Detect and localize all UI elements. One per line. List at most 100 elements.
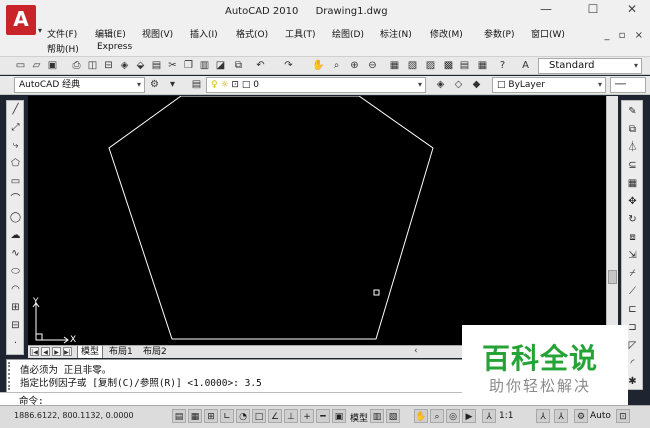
tab-layout1[interactable]: 布局1 — [106, 346, 136, 358]
menu-parameters[interactable]: 参数(P) — [484, 27, 514, 40]
coordinate-readout[interactable]: 1886.6122, 800.1132, 0.0000 — [14, 411, 134, 420]
annotation-visibility-icon[interactable]: ⅄ — [536, 409, 550, 423]
cut-icon[interactable]: ✂ — [166, 59, 179, 72]
make-block-icon[interactable]: ⊟ — [9, 319, 22, 332]
menu-modify[interactable]: 修改(M) — [430, 27, 463, 40]
pentagon-shape[interactable] — [108, 96, 434, 340]
markup-icon[interactable]: ▤ — [458, 59, 471, 72]
rotate-icon[interactable]: ↻ — [626, 213, 639, 226]
extend-icon[interactable]: ⟋ — [626, 285, 639, 298]
ortho-mode-icon[interactable]: ∟ — [220, 409, 234, 423]
quick-view-drawings-icon[interactable]: ▧ — [386, 409, 400, 423]
insert-block-icon[interactable]: ⊞ — [9, 301, 22, 314]
zoom-previous-icon[interactable]: ⊖ — [366, 59, 379, 72]
rectangle-icon[interactable]: ▭ — [9, 175, 22, 188]
line-icon[interactable]: ╱ — [9, 103, 22, 116]
maximize-button[interactable]: ☐ — [580, 2, 606, 16]
arc-icon[interactable]: ⌒ — [9, 193, 22, 206]
menu-express[interactable]: Express — [97, 42, 132, 52]
move-icon[interactable]: ✥ — [626, 195, 639, 208]
color-select[interactable]: □ ByLayer ▾ — [492, 77, 606, 93]
annotation-scale-value[interactable]: 1:1 — [499, 411, 513, 421]
linetype-select[interactable]: ── — [610, 77, 646, 93]
menu-help[interactable]: 帮助(H) — [47, 42, 79, 55]
tab-layout2[interactable]: 布局2 — [140, 346, 170, 358]
steering-wheel-icon[interactable]: ◎ — [446, 409, 460, 423]
object-snap-tracking-icon[interactable]: ∠ — [268, 409, 282, 423]
close-button[interactable]: ✕ — [619, 2, 645, 16]
mdi-controls[interactable]: _ ▫ × — [604, 30, 646, 41]
break-icon[interactable]: ⊏ — [626, 303, 639, 316]
block-editor-icon[interactable]: ⧉ — [232, 59, 245, 72]
calculator-icon[interactable]: ▦ — [476, 59, 489, 72]
polygon-icon[interactable]: ⬠ — [9, 157, 22, 170]
properties-icon[interactable]: ▦ — [388, 59, 401, 72]
design-center-icon[interactable]: ▧ — [406, 59, 419, 72]
object-snap-icon[interactable]: □ — [252, 409, 266, 423]
layer-properties-icon[interactable]: ▤ — [190, 78, 203, 91]
grid-display-icon[interactable]: ⊞ — [204, 409, 218, 423]
scroll-thumb[interactable] — [608, 270, 617, 284]
save-icon[interactable]: ▣ — [46, 59, 59, 72]
workspace-settings-icon[interactable]: ⚙ — [148, 78, 161, 91]
menu-window[interactable]: 窗口(W) — [531, 27, 565, 40]
spline-icon[interactable]: ∿ — [9, 247, 22, 260]
showmotion-icon[interactable]: ▶ — [462, 409, 476, 423]
application-button[interactable]: A ▾ — [6, 5, 42, 35]
next-tab-button[interactable]: ▶ — [52, 347, 61, 356]
array-icon[interactable]: ▦ — [626, 177, 639, 190]
layer-previous-icon[interactable]: ◇ — [452, 78, 465, 91]
dynamic-input-icon[interactable]: + — [300, 409, 314, 423]
auto-scale-icon[interactable]: ⅄ — [554, 409, 568, 423]
point-icon[interactable]: · — [9, 337, 22, 350]
publish-icon[interactable]: ◈ — [118, 59, 131, 72]
command-window-grip[interactable] — [8, 362, 11, 390]
quick-view-layouts-icon[interactable]: ▥ — [370, 409, 384, 423]
copy-icon[interactable]: ❐ — [182, 59, 195, 72]
copy-object-icon[interactable]: ⧉ — [626, 123, 639, 136]
lineweight-icon[interactable]: ━ — [316, 409, 330, 423]
mirror-icon[interactable]: ⏃ — [626, 141, 639, 154]
zoom-status-icon[interactable]: ⌕ — [430, 409, 444, 423]
circle-icon[interactable]: ◯ — [9, 211, 22, 224]
model-space-button[interactable]: 模型 — [350, 411, 368, 424]
3d-dwf-icon[interactable]: ⬙ — [134, 59, 147, 72]
trim-icon[interactable]: ⌿ — [626, 267, 639, 280]
scale-icon[interactable]: ⧈ — [626, 231, 639, 244]
drawing-canvas[interactable]: X Y — [28, 96, 606, 345]
tab-model[interactable]: 模型 — [77, 346, 104, 358]
sheet-set-icon[interactable]: ▩ — [442, 59, 455, 72]
new-icon[interactable]: ▭ — [14, 59, 27, 72]
layer-select[interactable]: ♀ ☼ ⊡ □ 0 ▾ — [206, 77, 426, 93]
zoom-window-icon[interactable]: ⊕ — [348, 59, 361, 72]
pan-icon[interactable]: ✋ — [312, 59, 325, 72]
last-tab-button[interactable]: ▶| — [63, 347, 72, 356]
ellipse-icon[interactable]: ⬭ — [9, 265, 22, 278]
print-icon[interactable]: ⎙ — [70, 59, 83, 72]
offset-icon[interactable]: ⊆ — [626, 159, 639, 172]
redo-icon[interactable]: ↷ — [282, 59, 295, 72]
menu-tools[interactable]: 工具(T) — [285, 27, 316, 40]
tool-palettes-icon[interactable]: ▨ — [424, 59, 437, 72]
polyline-icon[interactable]: ⤷ — [9, 139, 22, 152]
menu-draw[interactable]: 绘图(D) — [332, 27, 364, 40]
menu-view[interactable]: 视图(V) — [142, 27, 173, 40]
menu-dimension[interactable]: 标注(N) — [380, 27, 412, 40]
toolbar-lock-icon[interactable]: ⊡ — [616, 409, 630, 423]
text-style-icon[interactable]: A — [519, 59, 532, 72]
undo-icon[interactable]: ↶ — [254, 59, 267, 72]
menu-format[interactable]: 格式(O) — [236, 27, 268, 40]
paste-icon[interactable]: ▥ — [198, 59, 211, 72]
pan-status-icon[interactable]: ✋ — [414, 409, 428, 423]
quick-properties-icon[interactable]: ▣ — [332, 409, 346, 423]
minimize-button[interactable]: — — [533, 2, 559, 16]
make-current-layer-icon[interactable]: ◈ — [434, 78, 447, 91]
dynamic-ucs-icon[interactable]: ⊥ — [284, 409, 298, 423]
zoom-realtime-icon[interactable]: ⌕ — [330, 59, 343, 72]
prev-tab-button[interactable]: ◀ — [41, 347, 50, 356]
plot-icon[interactable]: ⊟ — [102, 59, 115, 72]
menu-insert[interactable]: 插入(I) — [190, 27, 218, 40]
layer-state-icon[interactable]: ◆ — [470, 78, 483, 91]
workspace-switching-icon[interactable]: ⚙ — [574, 409, 588, 423]
first-tab-button[interactable]: |◀ — [30, 347, 39, 356]
